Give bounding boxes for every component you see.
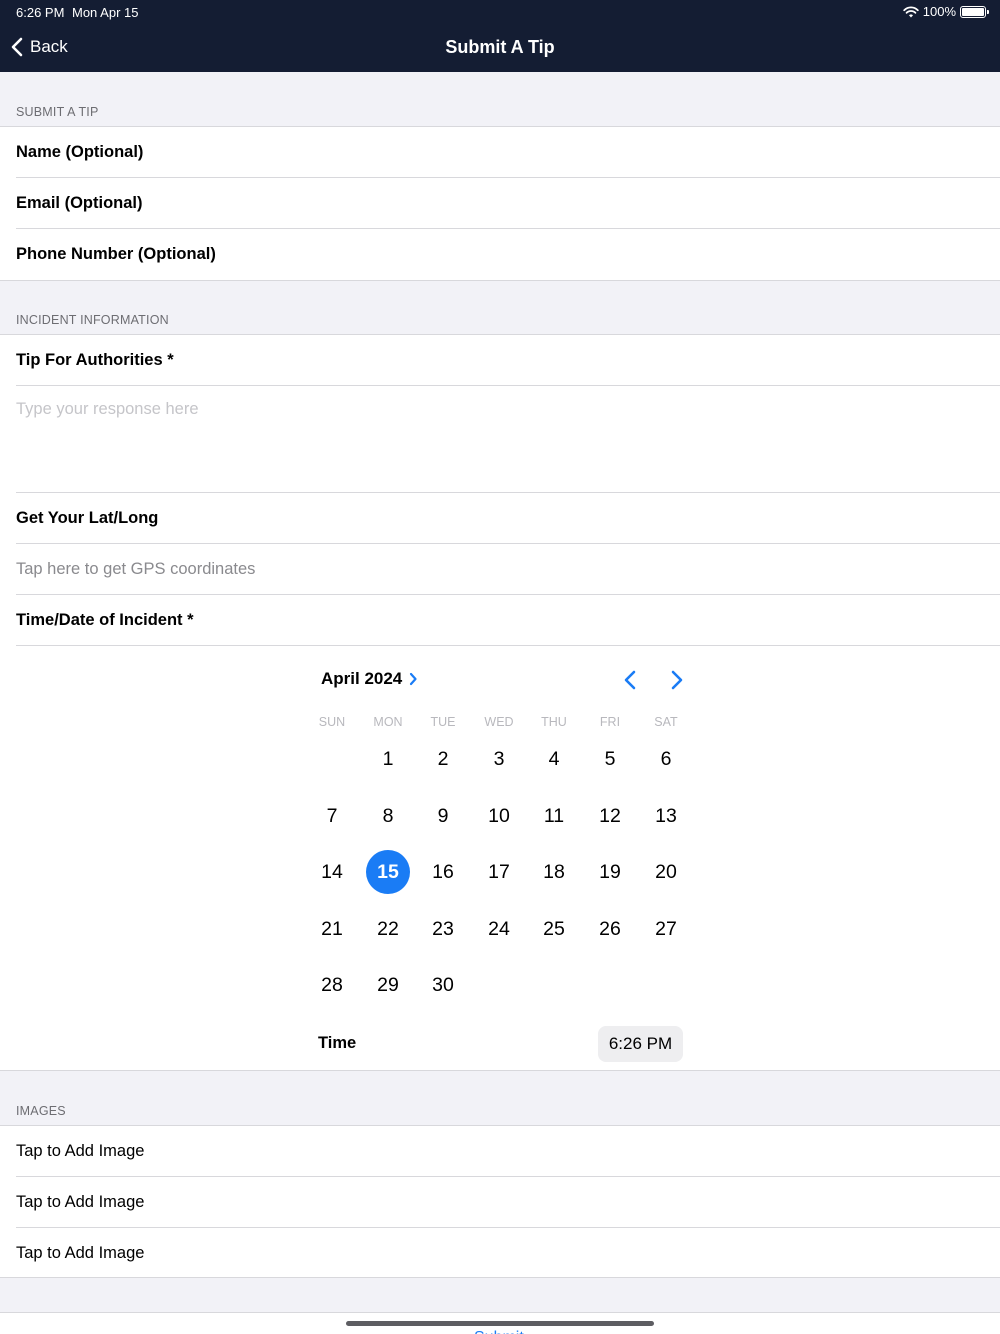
incident-group: Tip For Authorities * Type your response… [0,334,1000,1071]
calendar-day[interactable]: 17 [477,850,521,894]
battery-icon [960,5,989,18]
calendar-day[interactable]: 11 [532,794,576,838]
section-header-submit-a-tip: SUBMIT A TIP [16,105,99,119]
weekday-tue: TUE [430,715,456,729]
weekday-sat: SAT [654,715,678,729]
calendar-day[interactable]: 23 [421,907,465,951]
calendar-day[interactable]: 9 [421,794,465,838]
weekday-mon: MON [373,715,403,729]
calendar-day[interactable]: 27 [644,907,688,951]
calendar-day[interactable]: 25 [532,907,576,951]
calendar-day[interactable]: 16 [421,850,465,894]
add-image-button-2[interactable]: Tap to Add Image [16,1177,1000,1228]
section-header-images: IMAGES [16,1104,66,1118]
chevron-right-icon [410,672,417,686]
submit-button-partial[interactable]: Submit [474,1329,524,1334]
calendar-day[interactable]: 6 [644,737,688,781]
calendar-day[interactable]: 8 [366,794,410,838]
previous-month-button[interactable] [619,668,643,692]
weekday-thu: THU [541,715,567,729]
home-indicator [346,1321,654,1326]
calendar-day[interactable]: 24 [477,907,521,951]
calendar-day[interactable]: 12 [588,794,632,838]
calendar-day[interactable]: 29 [366,963,410,1007]
battery-percent: 100% [922,4,956,19]
calendar-day[interactable]: 10 [477,794,521,838]
weekday-sun: SUN [318,715,346,729]
calendar-day[interactable]: 21 [310,907,354,951]
calendar-day[interactable]: 1 [366,737,410,781]
calendar-day[interactable]: 30 [421,963,465,1007]
name-field[interactable]: Name (Optional) [16,127,1000,178]
date-picker: April 2024 SUN MON TUE WED THU FRI SAT 1234567… [0,335,1000,1072]
month-year-selector[interactable]: April 2024 [321,669,418,689]
time-label: Time [318,1034,357,1052]
add-image-button-3[interactable]: Tap to Add Image [16,1228,1000,1279]
calendar-day[interactable]: 5 [588,737,632,781]
contact-fields-group: Name (Optional) Email (Optional) Phone N… [0,126,1000,281]
calendar-day[interactable]: 26 [588,907,632,951]
time-picker-button[interactable]: 6:26 PM [598,1026,683,1062]
page-title: Submit A Tip [445,37,555,57]
calendar-day-selected[interactable]: 15 [366,850,410,895]
weekday-wed: WED [484,715,514,729]
calendar-day[interactable]: 7 [310,794,354,838]
calendar-day[interactable]: 20 [644,850,688,894]
email-field[interactable]: Email (Optional) [16,178,1000,229]
month-year-label: April 2024 [321,669,403,688]
add-image-button-1[interactable]: Tap to Add Image [16,1126,1000,1177]
images-group: Tap to Add Image Tap to Add Image Tap to… [0,1125,1000,1278]
status-date: Mon Apr 15 [72,5,139,20]
section-header-incident-information: INCIDENT INFORMATION [16,313,169,327]
weekday-fri: FRI [599,715,621,729]
calendar-day[interactable]: 13 [644,794,688,838]
calendar-day[interactable]: 14 [310,850,354,894]
calendar-day[interactable]: 22 [366,907,410,951]
calendar-day[interactable]: 28 [310,963,354,1007]
calendar-day[interactable]: 2 [421,737,465,781]
status-indicators: 100% [903,4,989,19]
calendar-day[interactable]: 3 [477,737,521,781]
phone-field[interactable]: Phone Number (Optional) [16,229,1000,280]
status-time: 6:26 PM [16,5,65,20]
next-month-button[interactable] [664,668,688,692]
calendar-day[interactable]: 18 [532,850,576,894]
calendar-day[interactable]: 19 [588,850,632,894]
wifi-icon [903,5,919,17]
calendar-day[interactable]: 4 [532,737,576,781]
navigation-bar: 6:26 PM Mon Apr 15 100% Back Submit A Ti… [0,0,1000,72]
